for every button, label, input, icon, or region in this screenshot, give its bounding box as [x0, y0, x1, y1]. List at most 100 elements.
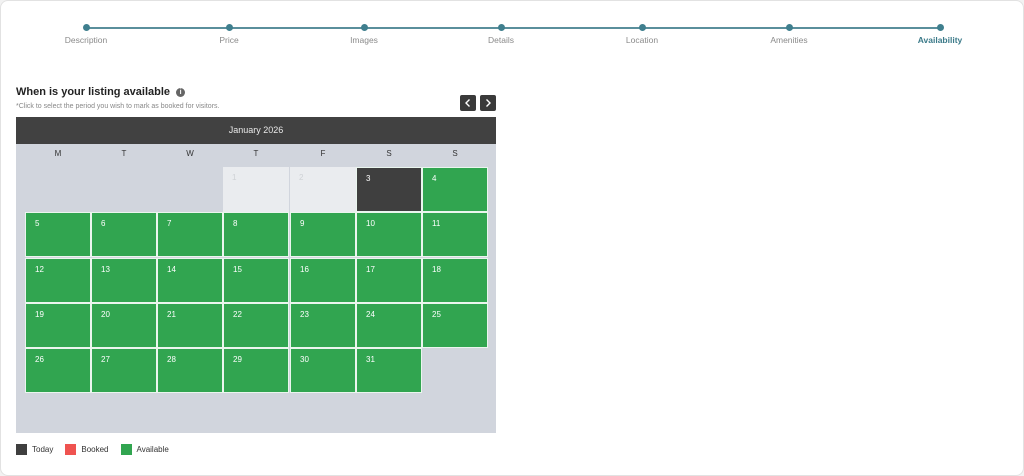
day-number: 24	[366, 310, 375, 319]
day-number: 26	[35, 355, 44, 364]
day-cell-22[interactable]: 22	[223, 303, 289, 348]
day-cell-18[interactable]: 18	[422, 258, 488, 303]
step-description[interactable]: Description	[26, 23, 146, 45]
step-label: Description	[64, 35, 108, 45]
day-number: 31	[366, 355, 375, 364]
day-number: 10	[366, 219, 375, 228]
day-cell-13[interactable]: 13	[91, 258, 157, 303]
day-number: 30	[300, 355, 309, 364]
step-label: Images	[350, 35, 378, 45]
legend-label: Today	[32, 445, 54, 454]
day-number: 18	[432, 265, 441, 274]
day-cell-16[interactable]: 16	[290, 258, 356, 303]
day-cell-3[interactable]: 3	[356, 167, 422, 212]
day-cell-23[interactable]: 23	[290, 303, 356, 348]
weekday-label: F	[320, 149, 326, 158]
step-label: Details	[488, 35, 514, 45]
day-cell-21[interactable]: 21	[157, 303, 223, 348]
day-cell-8[interactable]: 8	[223, 212, 289, 257]
day-number: 19	[35, 310, 44, 319]
step-price[interactable]: Price	[169, 23, 289, 45]
day-number: 20	[101, 310, 110, 319]
step-label: Location	[625, 35, 659, 45]
legend-label: Available	[136, 445, 169, 454]
day-number: 2	[299, 173, 304, 182]
month-header: January 2026	[16, 117, 496, 144]
day-cell-10[interactable]: 10	[356, 212, 422, 257]
legend-swatch	[16, 444, 27, 455]
legend-item-today: Today	[16, 444, 53, 455]
day-cell-12[interactable]: 12	[25, 258, 91, 303]
legend-item-available: Available	[120, 444, 169, 455]
day-cell-26[interactable]: 26	[25, 348, 91, 393]
progress-stepper: Description Price Images Details Location Ame…	[0, 0, 1024, 50]
prev-month-button[interactable]	[460, 95, 476, 111]
day-number: 12	[35, 265, 44, 274]
day-cell-1: 1	[223, 167, 289, 212]
legend-swatch	[65, 444, 77, 455]
day-cell-20[interactable]: 20	[91, 303, 157, 348]
section-title: When is your listing available	[16, 86, 171, 98]
day-number: 6	[101, 219, 106, 228]
weekday-label: W	[186, 149, 194, 158]
day-cell-11[interactable]: 11	[422, 212, 488, 257]
step-dot	[360, 24, 368, 31]
day-cell-9[interactable]: 9	[290, 212, 356, 257]
day-number: 16	[300, 265, 309, 274]
step-dot	[785, 24, 793, 31]
day-number: 17	[366, 265, 375, 274]
step-images[interactable]: Images	[304, 23, 424, 45]
calendar-legend: Today Booked Available	[16, 444, 181, 455]
step-dot	[82, 24, 90, 31]
chevron-left-icon	[465, 99, 470, 107]
day-number: 21	[167, 310, 176, 319]
step-label: Price	[219, 35, 239, 45]
day-cell-14[interactable]: 14	[157, 258, 223, 303]
day-cell-30[interactable]: 30	[290, 348, 356, 393]
step-label: Availability	[917, 35, 963, 45]
day-cell-5[interactable]: 5	[25, 212, 91, 257]
day-cell-31[interactable]: 31	[356, 348, 422, 393]
day-number: 25	[432, 310, 441, 319]
day-number: 28	[167, 355, 176, 364]
legend-label: Booked	[81, 445, 109, 454]
day-cell-2: 2	[290, 167, 356, 212]
step-availability[interactable]: Availability	[880, 23, 1000, 45]
day-cell-6[interactable]: 6	[91, 212, 157, 257]
day-number: 8	[233, 219, 238, 228]
instruction-note: *Click to select the period you wish to …	[16, 103, 220, 110]
day-cell-15[interactable]: 15	[223, 258, 289, 303]
weekday-label: M	[54, 149, 62, 158]
step-details[interactable]: Details	[441, 23, 561, 45]
day-number: 14	[167, 265, 176, 274]
step-dot	[936, 24, 944, 31]
step-dot	[225, 24, 233, 31]
info-icon[interactable]: i	[176, 87, 186, 97]
day-number: 1	[232, 173, 237, 182]
section-heading: When is your listing available i	[16, 86, 186, 98]
day-cell-24[interactable]: 24	[356, 303, 422, 348]
day-cell-25[interactable]: 25	[422, 303, 488, 348]
day-cell-19[interactable]: 19	[25, 303, 91, 348]
chevron-right-icon	[486, 99, 491, 107]
day-number: 4	[432, 174, 437, 183]
day-cell-28[interactable]: 28	[157, 348, 223, 393]
day-cell-29[interactable]: 29	[223, 348, 289, 393]
legend-swatch	[120, 444, 132, 455]
day-number: 23	[300, 310, 309, 319]
availability-calendar: January 2026 MTWTFSS 1 2 3 4 5 6 7 8 9 10 11 12 13 14…	[16, 117, 496, 433]
step-dot	[638, 24, 646, 31]
day-cell-7[interactable]: 7	[157, 212, 223, 257]
day-number: 29	[233, 355, 242, 364]
step-label: Amenities	[770, 35, 808, 45]
day-number: 3	[366, 174, 371, 183]
day-cell-4[interactable]: 4	[422, 167, 488, 212]
step-location[interactable]: Location	[582, 23, 702, 45]
day-cell-17[interactable]: 17	[356, 258, 422, 303]
next-month-button[interactable]	[480, 95, 496, 111]
step-amenities[interactable]: Amenities	[729, 23, 849, 45]
day-cell-27[interactable]: 27	[91, 348, 157, 393]
weekday-label: T	[121, 149, 127, 158]
weekday-label: S	[452, 149, 458, 158]
day-number: 15	[233, 265, 242, 274]
